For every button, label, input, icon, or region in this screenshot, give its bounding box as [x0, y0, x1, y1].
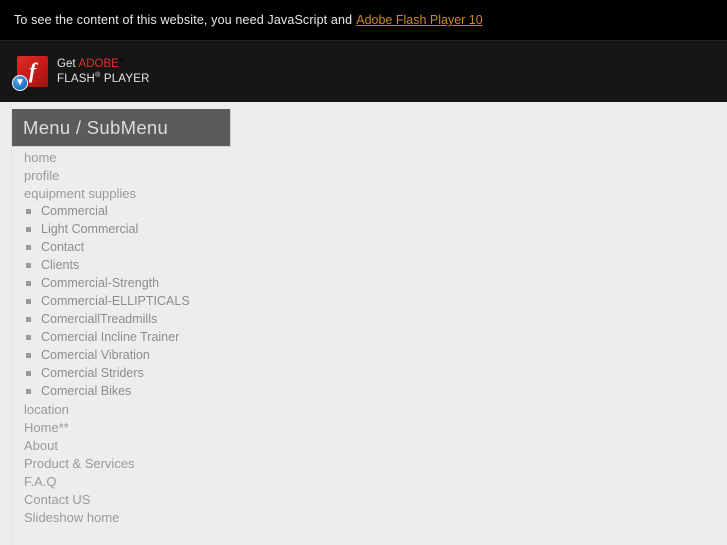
- menu-item-label: Slideshow home: [24, 509, 120, 525]
- menu-list: home profile equipment supplies Commercial L…: [0, 148, 727, 526]
- menu-item-label: Product & Services: [24, 455, 135, 471]
- menu-item-label: equipment supplies: [24, 185, 137, 201]
- menu-item-home[interactable]: home: [0, 148, 727, 166]
- bullet-square-icon: [26, 280, 31, 286]
- menu-item-label: F.A.Q: [24, 473, 57, 489]
- menu-item-label: Contact: [41, 240, 85, 254]
- menu-item-label: Commercial: [41, 204, 108, 218]
- adobe-flash-player-link[interactable]: Adobe Flash Player 10: [356, 13, 482, 27]
- menu-item-comercial-bikes[interactable]: Comercial Bikes: [0, 382, 727, 400]
- menu-item-commercial[interactable]: Commercial: [0, 202, 727, 220]
- menu-item-slideshow-home[interactable]: Slideshow home: [0, 508, 727, 526]
- menu-item-location[interactable]: location: [0, 400, 727, 418]
- menu-item-label: Comercial Incline Trainer: [41, 330, 180, 344]
- flash-badge-flash-label: FLASH: [57, 72, 96, 85]
- menu-item-contact-us[interactable]: Contact US: [0, 490, 727, 508]
- menu-item-label: Light Commercial: [41, 222, 139, 236]
- flash-notice-text: To see the content of this website, you …: [14, 13, 353, 27]
- download-arrow-icon: ▼: [12, 75, 28, 91]
- menu-item-product-services[interactable]: Product & Services: [0, 454, 727, 472]
- menu-item-label: Comercial Bikes: [41, 384, 132, 398]
- menu-item-equipment-supplies[interactable]: equipment supplies: [0, 184, 727, 202]
- flash-badge-get-label: Get: [57, 57, 76, 70]
- menu-item-label: Comercial Vibration: [41, 348, 150, 362]
- bullet-square-icon: [26, 244, 31, 250]
- menu-header-title: Menu / SubMenu: [23, 116, 169, 138]
- bullet-square-icon: [26, 298, 31, 304]
- adobe-registered-mark: ®: [118, 57, 124, 65]
- flash-badge-labels: Get ADOBE® FLASH® PLAYER: [57, 57, 150, 86]
- menu-item-comercialltreadmills[interactable]: ComerciallTreadmills: [0, 310, 727, 328]
- flash-badge-adobe-label: ADOBE: [78, 57, 119, 70]
- get-adobe-flash-player-badge[interactable]: f ▼ Get ADOBE® FLASH® PLAYER: [12, 56, 150, 91]
- menu-item-commercial-ellipticals[interactable]: Commercial-ELLIPTICALS: [0, 292, 727, 310]
- bullet-square-icon: [26, 226, 31, 232]
- menu-item-label: Commercial-ELLIPTICALS: [41, 294, 190, 308]
- menu-item-clients[interactable]: Clients: [0, 256, 727, 274]
- menu-item-contact[interactable]: Contact: [0, 238, 727, 256]
- menu-item-label: Commercial-Strength: [41, 276, 160, 290]
- menu-item-commercial-strength[interactable]: Commercial-Strength: [0, 274, 727, 292]
- bullet-square-icon: [26, 208, 31, 214]
- flash-notice-bar: To see the content of this website, you …: [0, 0, 727, 40]
- menu-item-profile[interactable]: profile: [0, 166, 727, 184]
- menu-item-label: Clients: [41, 258, 80, 272]
- bullet-square-icon: [26, 388, 31, 394]
- menu-item-label: profile: [24, 167, 60, 183]
- page-body: Menu / SubMenu home profile equipment supp…: [0, 102, 727, 545]
- flash-f-icon: f ▼: [12, 56, 48, 91]
- flash-badge-player-label: PLAYER: [103, 72, 150, 85]
- menu-item-comercial-incline-trainer[interactable]: Comercial Incline Trainer: [0, 328, 727, 346]
- menu-item-label: About: [24, 437, 58, 453]
- menu-item-label: Comercial Striders: [41, 366, 144, 380]
- menu-item-label: location: [24, 401, 69, 417]
- menu-item-light-commercial[interactable]: Light Commercial: [0, 220, 727, 238]
- bullet-square-icon: [26, 316, 31, 322]
- menu-item-label: Contact US: [24, 491, 91, 507]
- bullet-square-icon: [26, 334, 31, 340]
- flash-badge-area: f ▼ Get ADOBE® FLASH® PLAYER: [0, 40, 727, 102]
- menu-item-label: ComerciallTreadmills: [41, 312, 158, 326]
- menu-header-bar: Menu / SubMenu: [12, 109, 231, 147]
- bullet-square-icon: [26, 370, 31, 376]
- flash-registered-mark: ®: [95, 71, 101, 79]
- menu-item-about[interactable]: About: [0, 436, 727, 454]
- menu-item-f-a-q[interactable]: F.A.Q: [0, 472, 727, 490]
- menu-item-comercial-vibration[interactable]: Comercial Vibration: [0, 346, 727, 364]
- flash-badge-line-2: FLASH® PLAYER: [57, 72, 150, 86]
- menu-item-comercial-striders[interactable]: Comercial Striders: [0, 364, 727, 382]
- menu-item-label: Home**: [24, 419, 69, 435]
- flash-badge-line-1: Get ADOBE®: [57, 57, 150, 71]
- menu-item-home[interactable]: Home**: [0, 418, 727, 436]
- bullet-square-icon: [26, 352, 31, 358]
- bullet-square-icon: [26, 262, 31, 268]
- menu-item-label: home: [24, 149, 57, 165]
